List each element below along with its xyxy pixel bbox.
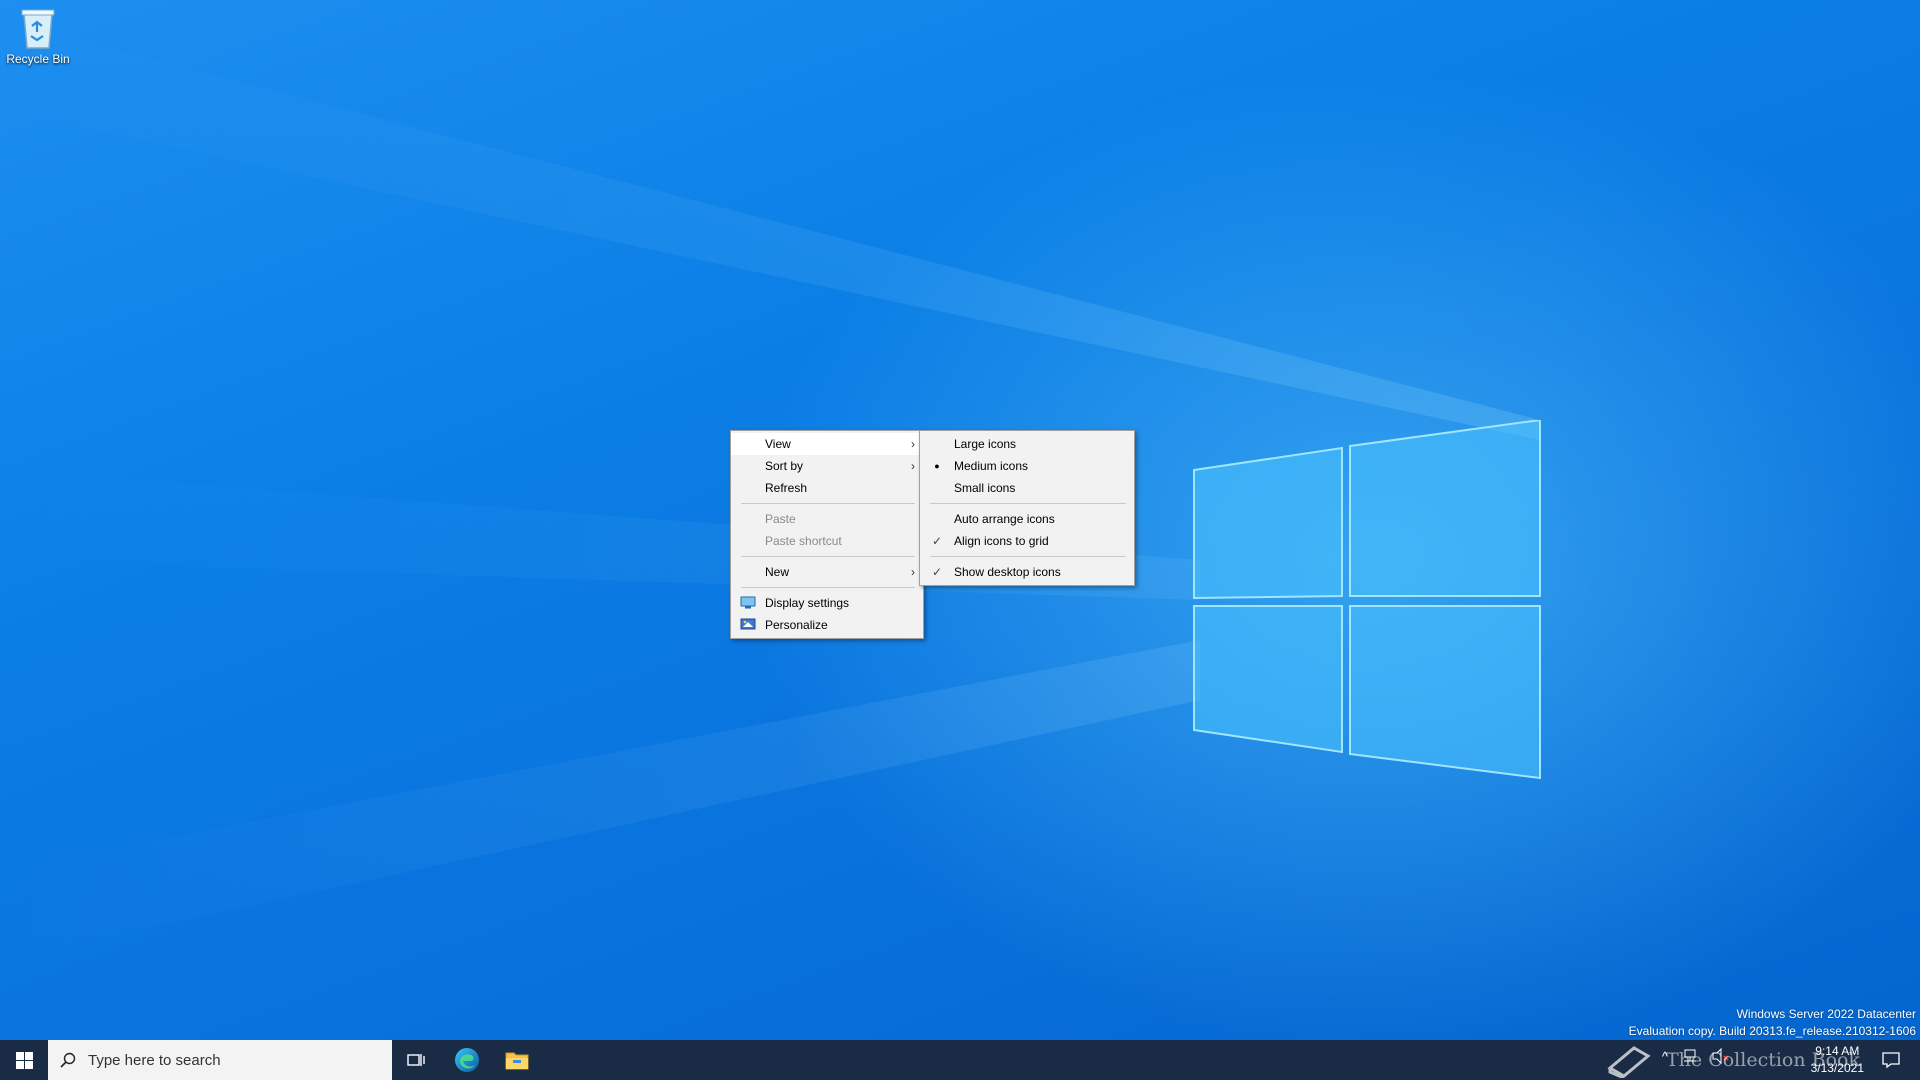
- recycle-bin-icon: [21, 9, 55, 49]
- personalize-icon: [739, 618, 757, 632]
- view-submenu: Large icons ● Medium icons Small icons A…: [919, 430, 1135, 586]
- start-icon: [15, 1051, 33, 1069]
- desktop-icon-recycle-bin[interactable]: Recycle Bin: [4, 6, 72, 66]
- search-icon: [60, 1052, 76, 1068]
- menu-item-paste[interactable]: Paste: [731, 508, 923, 530]
- menu-item-refresh[interactable]: Refresh: [731, 477, 923, 499]
- menu-item-new[interactable]: New ›: [731, 561, 923, 583]
- file-explorer-button[interactable]: [496, 1040, 538, 1080]
- submenu-item-align-to-grid[interactable]: ✓ Align icons to grid: [920, 530, 1134, 552]
- watermark-edition: Windows Server 2022 Datacenter: [1736, 1007, 1916, 1021]
- checkmark-icon: ✓: [931, 565, 943, 579]
- desktop-background[interactable]: Recycle Bin Windows Server 2022 Datacent…: [0, 0, 1920, 1040]
- submenu-item-small-icons[interactable]: Small icons: [920, 477, 1134, 499]
- menu-item-personalize[interactable]: Personalize: [731, 614, 923, 636]
- display-settings-icon: [739, 596, 757, 610]
- taskbar-search-box[interactable]: [48, 1040, 392, 1080]
- radio-bullet-icon: ●: [934, 461, 940, 471]
- action-center-button[interactable]: [1876, 1040, 1906, 1080]
- submenu-item-show-desktop-icons[interactable]: ✓ Show desktop icons: [920, 561, 1134, 583]
- submenu-item-large-icons[interactable]: Large icons: [920, 433, 1134, 455]
- desktop-icon-label: Recycle Bin: [6, 52, 70, 66]
- task-view-icon: [407, 1054, 425, 1066]
- menu-separator: [741, 587, 915, 588]
- edge-button[interactable]: [446, 1040, 488, 1080]
- search-input[interactable]: [86, 1050, 370, 1070]
- menu-item-sort-by[interactable]: Sort by ›: [731, 455, 923, 477]
- chevron-right-icon: ›: [911, 437, 915, 451]
- checkmark-icon: ✓: [931, 534, 943, 548]
- notification-icon: [1882, 1052, 1900, 1068]
- menu-item-display-settings[interactable]: Display settings: [731, 592, 923, 614]
- overlay-watermark-text: The Collection Book: [1606, 1044, 1860, 1080]
- menu-separator: [930, 503, 1126, 504]
- task-view-button[interactable]: [396, 1040, 436, 1080]
- menu-separator: [741, 503, 915, 504]
- menu-separator: [930, 556, 1126, 557]
- desktop-context-menu: View › Sort by › Refresh Paste Paste sho…: [730, 430, 924, 639]
- file-explorer-icon: [505, 1052, 529, 1070]
- menu-item-view[interactable]: View ›: [731, 433, 923, 455]
- edge-icon: [455, 1048, 479, 1072]
- start-button[interactable]: [0, 1040, 48, 1080]
- submenu-item-auto-arrange[interactable]: Auto arrange icons: [920, 508, 1134, 530]
- chevron-right-icon: ›: [911, 459, 915, 473]
- submenu-item-medium-icons[interactable]: ● Medium icons: [920, 455, 1134, 477]
- windows-logo-wallpaper: [1193, 420, 1541, 780]
- watermark-build: Evaluation copy. Build 20313.fe_release.…: [1628, 1024, 1916, 1038]
- menu-item-paste-shortcut[interactable]: Paste shortcut: [731, 530, 923, 552]
- book-icon: [1607, 1046, 1651, 1080]
- menu-separator: [741, 556, 915, 557]
- windows-watermark: Windows Server 2022 Datacenter Evaluatio…: [1629, 1006, 1916, 1040]
- chevron-right-icon: ›: [911, 565, 915, 579]
